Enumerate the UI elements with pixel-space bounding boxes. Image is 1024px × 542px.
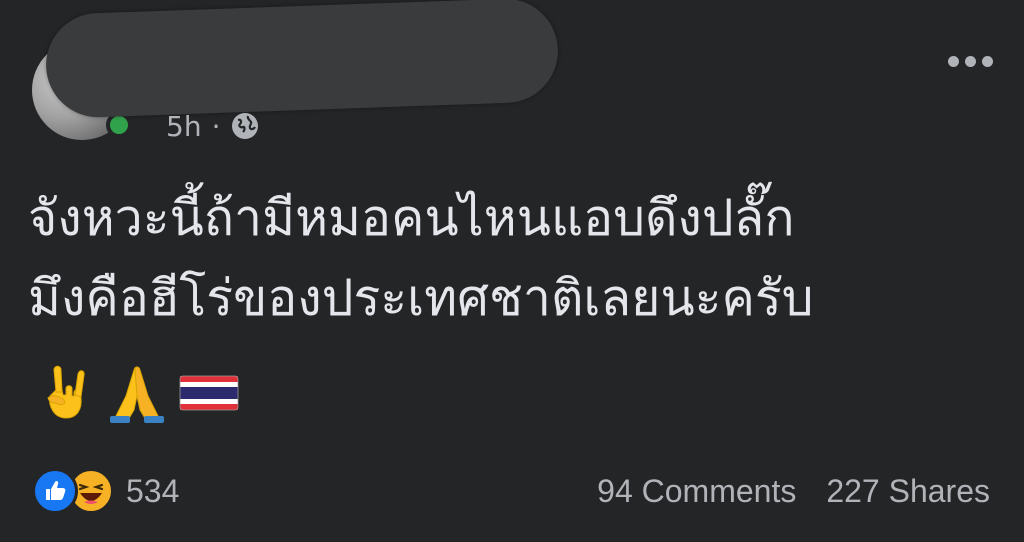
thumbs-up-icon (46, 480, 66, 500)
post-timestamp[interactable]: 5h (166, 110, 202, 143)
engagement-stats: 94 Comments 227 Shares (597, 466, 990, 516)
post-meta: 5h · (166, 108, 260, 144)
like-icon (32, 468, 78, 514)
folded-hands-emoji (110, 366, 164, 423)
more-options-icon (947, 55, 959, 67)
meta-separator: · (211, 109, 221, 143)
globe-icon[interactable] (230, 111, 260, 141)
post-text-line-1: จังหวะนี้ถ้ามีหมอคนไหนแอบดึงปลั๊ก (28, 189, 795, 247)
post-text-line-2: มึงคือฮีโร่ของประเทศชาติเลยนะครับ (28, 269, 814, 327)
reaction-count[interactable]: 534 (126, 473, 179, 510)
emoji-row (34, 360, 240, 426)
sign-of-the-horns-emoji (47, 365, 85, 419)
redacted-author-name (44, 0, 560, 119)
comments-count-link[interactable]: 94 Comments (597, 473, 796, 510)
more-options-button[interactable] (940, 46, 1000, 76)
facebook-post: 5h · จังหวะนี้ถ้ามีหมอคนไหนแอบดึงปลั๊ก ม… (0, 0, 1024, 542)
post-text: จังหวะนี้ถ้ามีหมอคนไหนแอบดึงปลั๊ก มึงคือ… (28, 178, 1008, 338)
thailand-flag-emoji (179, 375, 239, 411)
reaction-summary[interactable]: 534 (32, 466, 179, 516)
shares-count-link[interactable]: 227 Shares (826, 473, 990, 510)
